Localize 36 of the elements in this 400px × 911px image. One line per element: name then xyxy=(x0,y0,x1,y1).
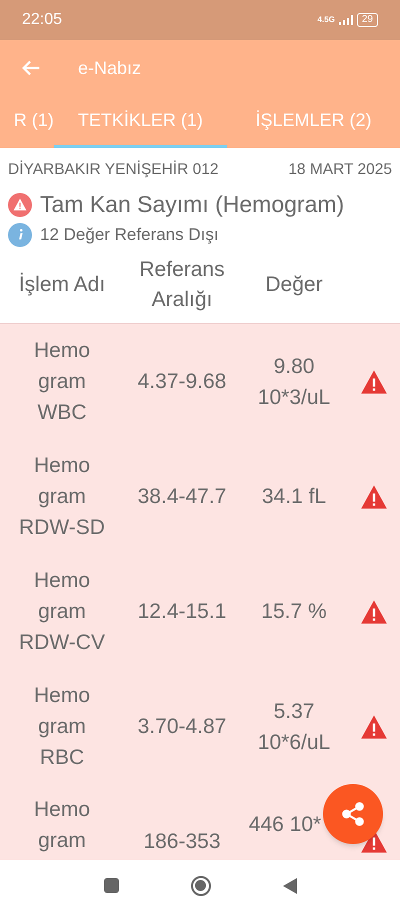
tab[interactable]: R (1) xyxy=(0,96,54,148)
back-button[interactable] xyxy=(282,878,296,894)
table-cell-text: Hemo gram WBC xyxy=(32,338,92,426)
column-header: Değer xyxy=(264,272,324,298)
info-icon xyxy=(8,222,32,246)
signal-icon xyxy=(338,15,353,25)
table-cell-text: 12.4-15.1 xyxy=(136,599,228,626)
tab[interactable]: İŞLEMLER (2) xyxy=(226,96,400,148)
share-icon xyxy=(340,801,366,827)
table-cell-text: Hemo gram RDW-CV xyxy=(18,568,106,656)
recents-button[interactable] xyxy=(104,878,118,893)
table-cell-text: Hemo gram RDW-SD xyxy=(18,453,106,542)
table-cell-text: 5.37 10*6/uL xyxy=(256,698,332,756)
table-cell-text: Hemo gram RBC xyxy=(32,683,92,772)
table-cell-text: 9.80 10*3/uL xyxy=(256,354,332,411)
table-cell-text: 34.1 fL xyxy=(260,484,328,510)
column-header: Referans Aralığı xyxy=(138,257,226,314)
test-title: Tam Kan Sayımı (Hemogram) xyxy=(40,190,344,220)
table-cell-text: 446 10* xyxy=(248,812,322,838)
institution-name: DİYARBAKIR YENİŞEHİR 012 xyxy=(8,160,218,180)
out-of-range-note: 12 Değer Referans Dışı xyxy=(40,224,219,246)
alert-icon xyxy=(8,192,32,216)
app-title: e-Nabız xyxy=(78,56,142,80)
status-time: 22:05 xyxy=(22,10,62,30)
table-cell-text: 4.37-9.68 xyxy=(136,369,228,396)
tab[interactable]: TETKİKLER (1) xyxy=(54,96,227,148)
table-cell-text: Hemo gram xyxy=(32,797,92,854)
table-cell-text: 3.70-4.87 xyxy=(136,714,228,740)
report-date: 18 MART 2025 xyxy=(288,160,392,180)
table-cell-text: 38.4-47.7 xyxy=(136,484,228,510)
home-button[interactable] xyxy=(190,876,210,896)
network-label: 4.5G xyxy=(318,14,335,26)
table-cell-text: 15.7 % xyxy=(260,599,328,626)
table-cell-text: 186-353 xyxy=(142,829,222,856)
battery-indicator: 29 xyxy=(356,13,378,27)
column-header: İşlem Adı xyxy=(18,272,106,298)
